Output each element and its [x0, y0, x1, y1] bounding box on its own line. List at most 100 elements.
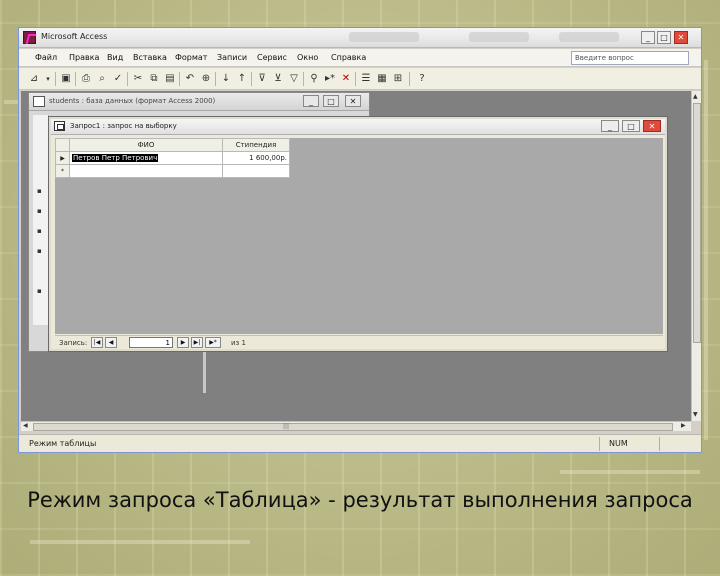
minimize-button[interactable]: _ [641, 31, 655, 44]
menu-records[interactable]: Записи [217, 53, 247, 62]
select-all-cell[interactable] [55, 138, 70, 152]
dropdown-icon[interactable]: ▾ [41, 72, 55, 86]
header-row: ФИО Стипендия [55, 138, 290, 152]
menu-format[interactable]: Формат [175, 53, 207, 62]
db-objects-sidebar[interactable]: ▪ ▪ ▪ ▪ ▪ [33, 115, 49, 325]
menu-edit[interactable]: Правка [69, 53, 99, 62]
status-bar: Режим таблицы NUM [19, 434, 701, 452]
db-object-icon[interactable]: ▪ [37, 207, 42, 215]
query-window: Запрос1 : запрос на выборку _ □ ✕ ФИО Ст… [49, 117, 667, 351]
query-window-title: Запрос1 : запрос на выборку [70, 122, 177, 130]
cell-stipend-new[interactable] [222, 164, 290, 178]
column-header-stipend[interactable]: Стипендия [222, 138, 290, 152]
table-row: ▶ Петров Петр Петрович 1 600,00р. [55, 151, 290, 165]
selected-cell-text[interactable]: Петров Петр Петрович [72, 154, 159, 162]
undo-icon[interactable]: ↶ [183, 72, 197, 86]
scroll-right-icon[interactable]: ▶ [681, 422, 686, 429]
sort-ascending-icon[interactable]: ↓ [219, 72, 233, 86]
query-icon [54, 121, 65, 131]
blurred-taskbar-area [559, 32, 619, 42]
cell-fio[interactable]: Петров Петр Петрович [69, 151, 223, 165]
maximize-button[interactable]: □ [657, 31, 671, 44]
menu-view[interactable]: Вид [107, 53, 123, 62]
copy-icon[interactable]: ⧉ [147, 72, 161, 86]
db-object-icon[interactable]: ▪ [37, 227, 42, 235]
slide-caption: Режим запроса «Таблица» - результат выпо… [27, 488, 693, 512]
db-close-button[interactable]: ✕ [345, 95, 361, 107]
column-header-fio[interactable]: ФИО [69, 138, 223, 152]
db-object-icon[interactable]: ▪ [37, 187, 42, 195]
menu-file[interactable]: Файл [35, 53, 57, 62]
status-text: Режим таблицы [29, 439, 97, 448]
splitter-line [203, 350, 206, 393]
cell-fio-new[interactable] [69, 164, 223, 178]
new-record-nav-button[interactable]: ▶* [205, 337, 221, 348]
db-maximize-button[interactable]: □ [323, 95, 339, 107]
scroll-down-icon[interactable]: ▼ [693, 411, 698, 418]
record-selector-current[interactable]: ▶ [55, 151, 70, 165]
menu-tools[interactable]: Сервис [257, 53, 287, 62]
db-minimize-button[interactable]: _ [303, 95, 319, 107]
horizontal-scrollbar[interactable]: ◀ ||| ▶ [21, 421, 691, 431]
query-minimize-button[interactable]: _ [601, 120, 619, 132]
save-icon[interactable]: ▣ [59, 72, 73, 86]
previous-record-button[interactable]: ◀ [105, 337, 117, 348]
query-maximize-button[interactable]: □ [622, 120, 640, 132]
close-button[interactable]: ✕ [674, 31, 688, 44]
current-record-input[interactable]: 1 [129, 337, 173, 348]
toolbar: ⊿ ▾ ▣ ⎙ ⌕ ✓ ✂ ⧉ ▤ ↶ ⊕ ↓ ↑ ⊽ ⊻ ▽ ⚲ ▸* ✕ ☰… [19, 68, 701, 90]
menu-bar: Файл Правка Вид Вставка Формат Записи Се… [19, 49, 701, 67]
filter-by-selection-icon[interactable]: ⊽ [255, 72, 269, 86]
menu-window[interactable]: Окно [297, 53, 318, 62]
datasheet-table: ФИО Стипендия ▶ Петров Петр Петрович 1 6… [55, 138, 290, 178]
new-object-icon[interactable]: ⊞ [391, 72, 405, 86]
blurred-taskbar-area [349, 32, 419, 42]
menu-insert[interactable]: Вставка [133, 53, 167, 62]
cut-icon[interactable]: ✂ [131, 72, 145, 86]
print-preview-icon[interactable]: ⌕ [95, 72, 109, 86]
circuit-line [560, 470, 700, 474]
database-window-icon[interactable]: ▦ [375, 72, 389, 86]
delete-record-icon[interactable]: ✕ [339, 72, 353, 86]
find-icon[interactable]: ⚲ [307, 72, 321, 86]
spellcheck-icon[interactable]: ✓ [111, 72, 125, 86]
record-selector-new[interactable]: * [55, 164, 70, 178]
cell-stipend[interactable]: 1 600,00р. [222, 151, 290, 165]
db-title-bar: students : база данных (формат Access 20… [29, 93, 369, 111]
view-icon[interactable]: ⊿ [27, 72, 41, 86]
menu-help[interactable]: Справка [331, 53, 366, 62]
apply-filter-icon[interactable]: ▽ [287, 72, 301, 86]
blurred-taskbar-area [469, 32, 529, 42]
num-lock-indicator: NUM [609, 439, 628, 448]
vertical-scrollbar[interactable]: ▲ ▼ [691, 91, 701, 421]
properties-icon[interactable]: ☰ [359, 72, 373, 86]
db-window-title: students : база данных (формат Access 20… [49, 97, 216, 105]
horizontal-scroll-thumb[interactable] [33, 423, 673, 431]
table-row-new: * [55, 164, 290, 178]
insert-hyperlink-icon[interactable]: ⊕ [199, 72, 213, 86]
ask-question-box[interactable]: Введите вопрос [571, 51, 689, 65]
scroll-grip-icon: ||| [283, 423, 290, 430]
next-record-button[interactable]: ▶ [177, 337, 189, 348]
help-icon[interactable]: ? [415, 72, 429, 86]
circuit-line [30, 540, 250, 544]
scroll-up-icon[interactable]: ▲ [693, 93, 698, 100]
first-record-button[interactable]: |◀ [91, 337, 103, 348]
vertical-scroll-thumb[interactable] [693, 103, 701, 343]
scroll-left-icon[interactable]: ◀ [23, 422, 28, 429]
db-object-icon[interactable]: ▪ [37, 247, 42, 255]
filter-by-form-icon[interactable]: ⊻ [271, 72, 285, 86]
record-count: из 1 [231, 339, 246, 347]
new-record-icon[interactable]: ▸* [323, 72, 337, 86]
last-record-button[interactable]: ▶| [191, 337, 203, 348]
access-app-icon [23, 31, 36, 44]
app-title-bar: Microsoft Access _ □ ✕ [19, 28, 701, 48]
paste-icon[interactable]: ▤ [163, 72, 177, 86]
datasheet-area: ФИО Стипендия ▶ Петров Петр Петрович 1 6… [55, 138, 663, 334]
db-object-icon[interactable]: ▪ [37, 287, 42, 295]
query-title-bar: Запрос1 : запрос на выборку _ □ ✕ [51, 119, 665, 135]
sort-descending-icon[interactable]: ↑ [235, 72, 249, 86]
query-close-button[interactable]: ✕ [643, 120, 661, 132]
print-icon[interactable]: ⎙ [79, 72, 93, 86]
record-navigation-bar: Запись: |◀ ◀ 1 ▶ ▶| ▶* из 1 [55, 335, 663, 349]
